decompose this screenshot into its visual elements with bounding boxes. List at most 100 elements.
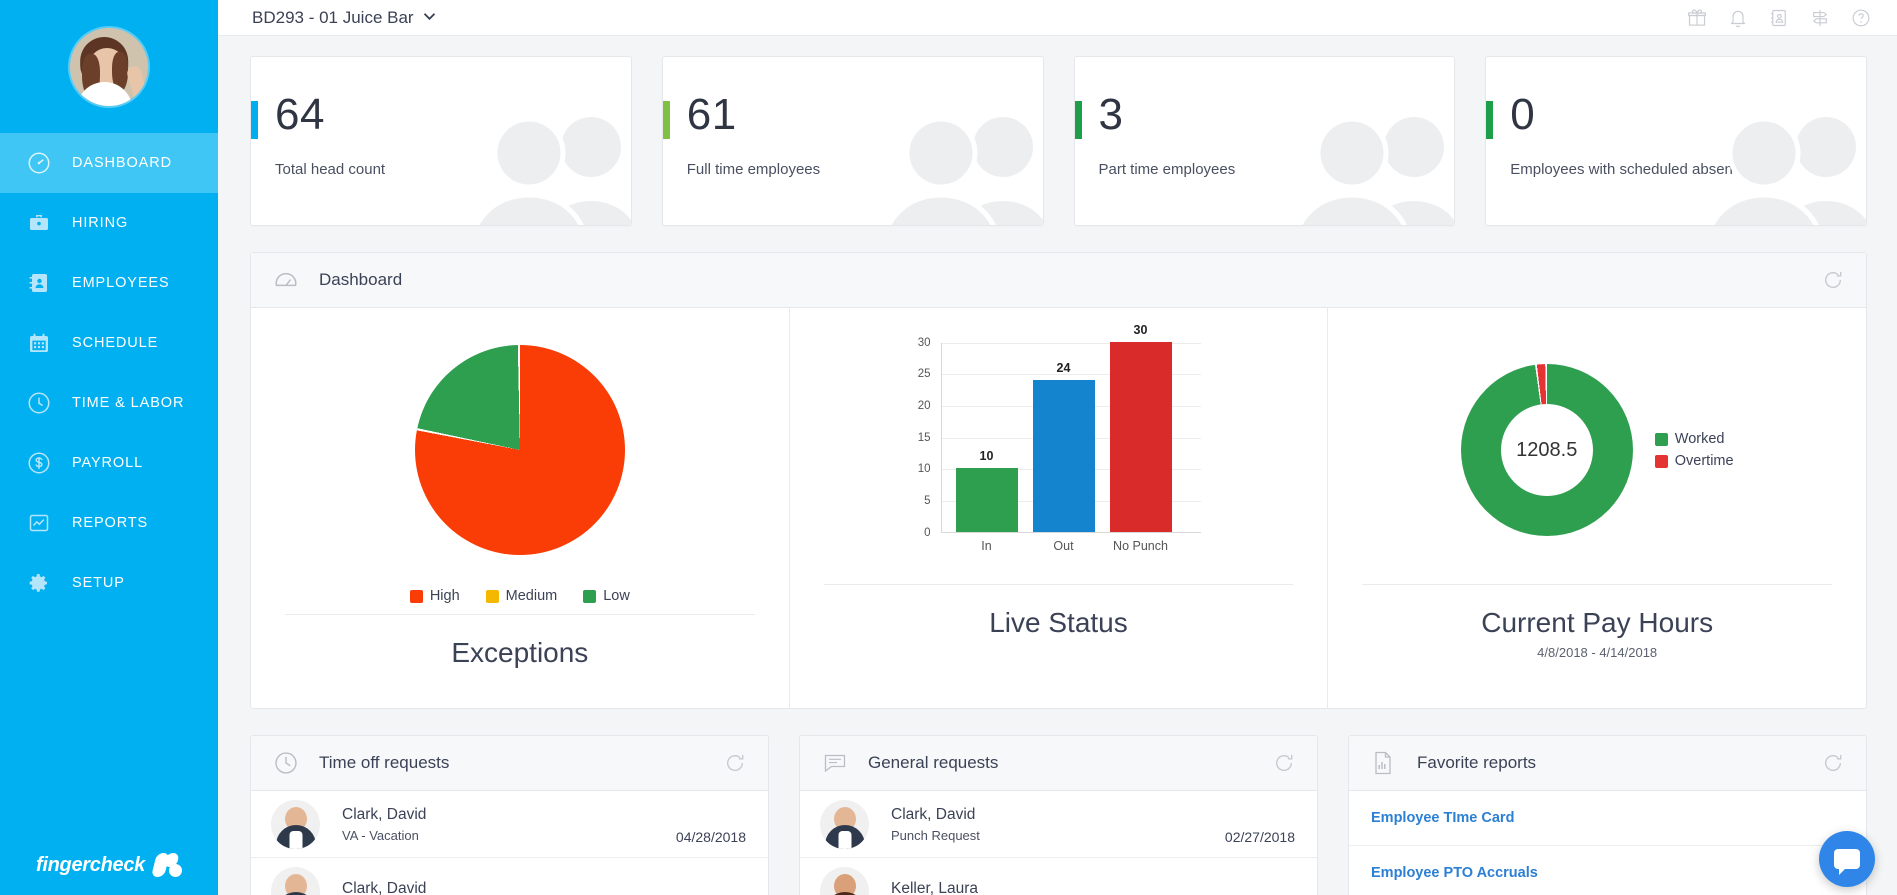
sidebar-item-time-labor[interactable]: TIME & LABOR (0, 373, 218, 433)
stat-card-full-time-employees[interactable]: 61 Full time employees (662, 56, 1044, 226)
list-item[interactable]: Employee TIme Card (1349, 791, 1866, 846)
chat-bubble-icon[interactable] (1819, 831, 1875, 887)
live-status-bars: 30 25 20 15 10 5 0 (909, 343, 1209, 558)
sidebar-item-schedule[interactable]: SCHEDULE (0, 313, 218, 373)
panel-title: Favorite reports (1417, 753, 1536, 773)
charts-row: High Medium Low Excep (251, 308, 1866, 708)
stat-card-part-time-employees[interactable]: 3 Part time employees (1074, 56, 1456, 226)
gift-icon[interactable] (1687, 8, 1707, 28)
report-link[interactable]: Employee TIme Card (1371, 810, 1514, 826)
bar-out[interactable]: 24 (1033, 380, 1095, 532)
request-info: Clark, David (342, 880, 748, 895)
gear-icon (24, 568, 54, 598)
list-item[interactable]: Clark, David VA - Vacation 04/28/2018 (251, 791, 768, 858)
signpost-icon[interactable] (1810, 8, 1830, 28)
exceptions-pie[interactable] (415, 345, 625, 555)
contact-card-icon[interactable] (1769, 8, 1789, 28)
x-tick-label: Out (1033, 539, 1095, 553)
stat-card-scheduled-absence[interactable]: 0 Employees with scheduled absence (1485, 56, 1867, 226)
general-requests-panel: General requests (799, 735, 1318, 895)
stat-value: 64 (275, 93, 325, 137)
avatar (271, 800, 320, 849)
y-tick: 5 (924, 495, 930, 507)
pie-chart-area (251, 326, 789, 574)
app-root: DASHBOARD HIRING (0, 0, 1897, 895)
sidebar-item-label: EMPLOYEES (72, 275, 170, 291)
bar-chart-area: 30 25 20 15 10 5 0 (790, 326, 1328, 574)
page-content: 64 Total head count 61 Full time employe… (218, 36, 1897, 895)
stat-value: 3 (1099, 93, 1124, 137)
bar-no-punch[interactable]: 30 (1110, 342, 1172, 532)
stat-cards: 64 Total head count 61 Full time employe… (250, 56, 1867, 226)
refresh-icon[interactable] (1822, 752, 1844, 774)
chart-title: Exceptions (251, 637, 789, 669)
list-item[interactable]: Employee PTO Accruals (1349, 846, 1866, 895)
avatar (820, 867, 869, 895)
avatar[interactable] (70, 28, 148, 106)
people-silhouette-icon (1676, 101, 1867, 226)
avatar-body (825, 892, 865, 895)
stat-label: Total head count (275, 161, 385, 178)
accent-bar (1486, 101, 1493, 139)
help-circle-icon[interactable] (1851, 8, 1871, 28)
chart-exceptions: High Medium Low Excep (251, 308, 789, 708)
sidebar-item-label: PAYROLL (72, 455, 143, 471)
chart-icon (24, 508, 54, 538)
bar-value-label: 10 (956, 449, 1018, 463)
bar-in[interactable]: 10 (956, 468, 1018, 531)
refresh-icon[interactable] (1822, 269, 1844, 291)
list-item[interactable]: Keller, Laura (800, 858, 1317, 895)
dollar-circle-icon (24, 448, 54, 478)
list-item[interactable]: Clark, David Punch Request 02/27/2018 (800, 791, 1317, 858)
contact-book-icon (24, 268, 54, 298)
y-tick: 0 (924, 527, 930, 539)
company-selector[interactable]: BD293 - 01 Juice Bar (252, 8, 436, 28)
sidebar-item-reports[interactable]: REPORTS (0, 493, 218, 553)
fingercheck-mark-icon (154, 853, 182, 877)
sidebar-item-label: REPORTS (72, 515, 148, 531)
legend-label: Overtime (1675, 453, 1734, 469)
sidebar-item-setup[interactable]: SETUP (0, 553, 218, 613)
y-tick: 10 (918, 463, 931, 475)
dashboard-panel-header: Dashboard (251, 253, 1866, 308)
stat-label: Full time employees (687, 161, 820, 178)
general-panel-header: General requests (800, 736, 1317, 791)
plot-area: 10 In 24 Out 30 (941, 343, 1201, 533)
brand-name: fingercheck (36, 854, 145, 877)
y-tick: 20 (918, 400, 931, 412)
x-tick-label: No Punch (1102, 539, 1180, 553)
legend-swatch (410, 590, 423, 603)
company-name: BD293 - 01 Juice Bar (252, 8, 414, 28)
time-off-panel-header: Time off requests (251, 736, 768, 791)
refresh-icon[interactable] (1273, 752, 1295, 774)
sidebar-item-payroll[interactable]: PAYROLL (0, 433, 218, 493)
reports-panel-header: Favorite reports (1349, 736, 1866, 791)
bell-icon[interactable] (1728, 8, 1748, 28)
accent-bar (663, 101, 670, 139)
report-link[interactable]: Employee PTO Accruals (1371, 865, 1538, 881)
briefcase-icon (24, 208, 54, 238)
sidebar-item-hiring[interactable]: HIRING (0, 193, 218, 253)
sidebar-item-dashboard[interactable]: DASHBOARD (0, 133, 218, 193)
chevron-down-icon (423, 12, 436, 24)
stat-card-total-head-count[interactable]: 64 Total head count (250, 56, 632, 226)
list-item[interactable]: Clark, David (251, 858, 768, 895)
request-info: Keller, Laura (891, 880, 1297, 895)
exceptions-legend: High Medium Low (251, 588, 789, 604)
avatar-body (276, 892, 316, 895)
employee-name: Clark, David (342, 806, 748, 824)
topbar: BD293 - 01 Juice Bar (218, 0, 1897, 36)
refresh-icon[interactable] (724, 752, 746, 774)
clock-icon (273, 750, 299, 776)
dashboard-panel: Dashboard (250, 252, 1867, 709)
legend-label: Low (603, 588, 630, 604)
y-tick: 30 (918, 337, 931, 349)
legend-item-worked: Worked (1655, 431, 1734, 447)
donut-center-label: 1208.5 (1501, 404, 1593, 496)
gauge-icon (273, 267, 299, 293)
pay-hours-donut[interactable]: 1208.5 (1461, 364, 1633, 536)
sidebar-item-employees[interactable]: EMPLOYEES (0, 253, 218, 313)
y-tick: 25 (918, 368, 931, 380)
employee-name: Clark, David (342, 880, 748, 895)
people-silhouette-icon (1264, 101, 1455, 226)
